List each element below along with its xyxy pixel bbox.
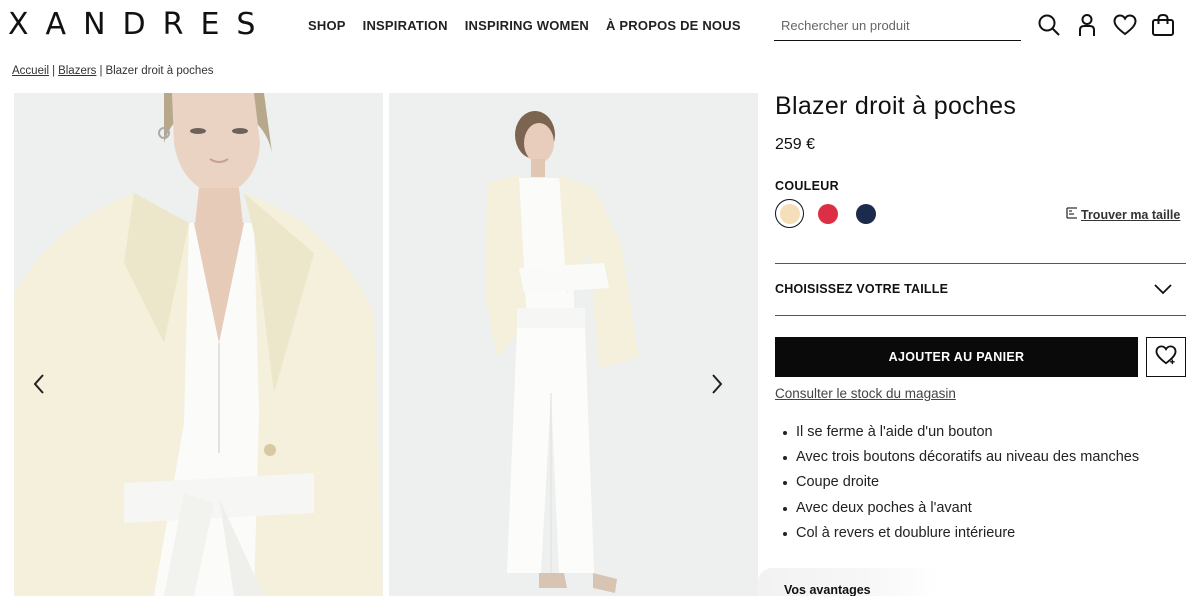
nav-item-about[interactable]: À PROPOS DE NOUS (606, 18, 741, 33)
breadcrumb-blazers[interactable]: Blazers (58, 65, 96, 77)
product-price: 259 € (775, 136, 816, 153)
color-swatches (775, 199, 880, 228)
brand-logo[interactable]: XANDRES (8, 8, 272, 42)
wishlist-icon[interactable] (1112, 12, 1138, 38)
feature-item: Coupe droite (782, 470, 1139, 495)
product-features: Il se ferme à l'aide d'un bouton Avec tr… (782, 420, 1139, 546)
breadcrumb-home[interactable]: Accueil (12, 65, 49, 77)
breadcrumb-separator: | (52, 65, 56, 77)
add-to-wishlist-button[interactable] (1146, 337, 1186, 377)
nav-item-inspiration[interactable]: INSPIRATION (363, 18, 448, 33)
breadcrumb: Accueil | Blazers | Blazer droit à poches (12, 65, 213, 77)
ruler-icon (1066, 207, 1078, 222)
feature-item: Avec deux poches à l'avant (782, 496, 1139, 521)
swatch-fill (855, 203, 876, 224)
swatch-fill (817, 203, 838, 224)
feature-item: Col à revers et doublure intérieure (782, 521, 1139, 546)
color-swatch-cream[interactable] (775, 199, 804, 228)
main-nav: SHOP INSPIRATION INSPIRING WOMEN À PROPO… (308, 18, 741, 33)
gallery-next-arrow[interactable] (706, 370, 728, 398)
advantages-label: Vos avantages (784, 583, 871, 596)
size-guide-link[interactable]: Trouver ma taille (1066, 207, 1180, 222)
store-stock-link[interactable]: Consulter le stock du magasin (775, 386, 956, 401)
product-photo-closeup[interactable] (14, 93, 383, 596)
gallery-prev-arrow[interactable] (28, 370, 50, 398)
size-select-label: CHOISISSEZ VOTRE TAILLE (775, 282, 949, 296)
cart-icon[interactable] (1150, 12, 1176, 38)
advantages-tab[interactable]: Vos avantages (758, 568, 938, 596)
product-title: Blazer droit à poches (775, 92, 1017, 120)
breadcrumb-separator: | (99, 65, 103, 77)
site-header: XANDRES SHOP INSPIRATION INSPIRING WOMEN… (0, 0, 1200, 56)
color-swatch-red[interactable] (813, 199, 842, 228)
header-icons (1036, 12, 1176, 38)
feature-item: Avec trois boutons décoratifs au niveau … (782, 445, 1139, 470)
search-box (774, 10, 1021, 41)
size-select[interactable]: CHOISISSEZ VOTRE TAILLE (775, 263, 1186, 316)
nav-item-shop[interactable]: SHOP (308, 18, 346, 33)
feature-item: Il se ferme à l'aide d'un bouton (782, 420, 1139, 445)
search-icon[interactable] (1036, 12, 1062, 38)
swatch-fill (779, 203, 800, 224)
search-input[interactable] (774, 10, 1021, 40)
nav-item-inspiring-women[interactable]: INSPIRING WOMEN (465, 18, 589, 33)
account-icon[interactable] (1074, 12, 1100, 38)
breadcrumb-current: Blazer droit à poches (105, 65, 214, 77)
color-swatch-navy[interactable] (851, 199, 880, 228)
size-guide-label: Trouver ma taille (1081, 207, 1181, 222)
heart-icon (1155, 344, 1177, 370)
color-label: COULEUR (775, 179, 839, 193)
add-to-cart-button[interactable]: AJOUTER AU PANIER (775, 337, 1138, 377)
product-photo-fullbody[interactable] (389, 93, 758, 596)
chevron-down-icon (1154, 282, 1172, 300)
